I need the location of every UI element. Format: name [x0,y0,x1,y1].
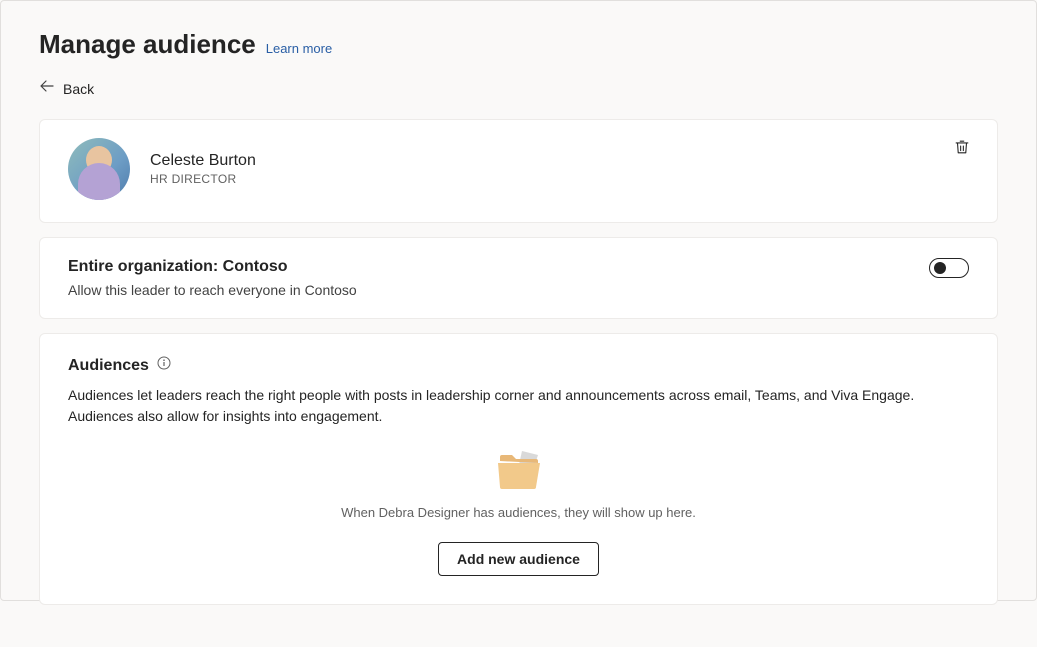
org-title: Entire organization: Contoso [68,258,357,276]
toggle-thumb [934,262,946,274]
arrow-left-icon [39,78,55,99]
empty-state-text: When Debra Designer has audiences, they … [341,505,696,520]
leader-card: Celeste Burton HR DIRECTOR [39,119,998,223]
org-description: Allow this leader to reach everyone in C… [68,282,357,298]
back-label: Back [63,81,94,97]
audiences-description: Audiences let leaders reach the right pe… [68,385,969,427]
add-audience-button[interactable]: Add new audience [438,542,599,576]
avatar [68,138,130,200]
org-card: Entire organization: Contoso Allow this … [39,237,998,319]
trash-icon [953,143,971,160]
audiences-card: Audiences Audiences let leaders reach th… [39,333,998,605]
leader-name: Celeste Burton [150,152,256,170]
delete-button[interactable] [953,138,971,161]
org-toggle[interactable] [929,258,969,278]
audiences-title: Audiences [68,357,149,375]
info-icon[interactable] [157,356,171,375]
learn-more-link[interactable]: Learn more [266,41,332,56]
leader-role: HR DIRECTOR [150,172,256,186]
folder-icon [492,445,546,493]
page-title: Manage audience [39,29,256,60]
back-button[interactable]: Back [39,78,998,99]
